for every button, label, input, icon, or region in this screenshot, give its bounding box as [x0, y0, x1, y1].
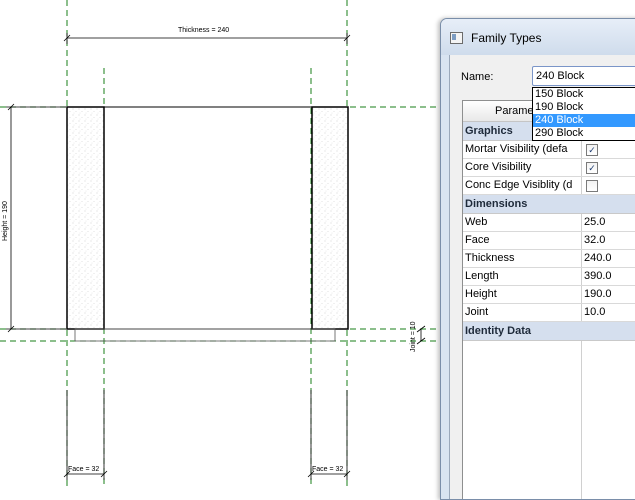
joint-dim-label[interactable]: Joint = 10 — [410, 321, 417, 352]
parameter-value[interactable]: 240.0 — [581, 250, 635, 267]
parameter-name: Thickness — [465, 252, 515, 264]
parameter-name: Core Visibility — [465, 161, 532, 173]
face-right-dim-label[interactable]: Face = 32 — [312, 466, 343, 473]
parameter-value[interactable]: 25.0 — [581, 214, 635, 231]
height-dim-label[interactable]: Height = 190 — [2, 201, 9, 241]
parameter-rows: Graphics Mortar Visibility (defa ✓ Core Vis… — [463, 122, 635, 341]
parameter-row[interactable]: Conc Edge Visiblity (d — [463, 177, 635, 195]
type-dropdown-list[interactable]: 150 Block 190 Block 240 Block 290 Block — [532, 87, 635, 141]
type-option[interactable]: 190 Block — [533, 101, 635, 114]
parameter-name: Mortar Visibility (defa — [465, 143, 568, 155]
parameter-value[interactable]: 32.0 — [581, 232, 635, 249]
parameter-name: Joint — [465, 306, 489, 318]
block-left-face — [66, 106, 105, 330]
parameter-checkbox[interactable]: ✓ — [586, 144, 598, 156]
parameter-row[interactable]: Web 25.0 — [463, 214, 635, 232]
parameter-checkbox[interactable] — [586, 180, 598, 192]
parameter-row[interactable]: Core Visibility ✓ — [463, 159, 635, 177]
parameter-row[interactable]: Thickness 240.0 — [463, 250, 635, 268]
type-option[interactable]: 240 Block — [533, 114, 635, 127]
face-left-dim-label[interactable]: Face = 32 — [68, 466, 99, 473]
parameter-name: Height — [465, 288, 497, 300]
parameter-value[interactable]: 390.0 — [581, 268, 635, 285]
parameter-row[interactable]: Length 390.0 — [463, 268, 635, 286]
parameter-name: Conc Edge Visiblity (d — [465, 179, 573, 191]
parameter-value[interactable]: 190.0 — [581, 286, 635, 303]
group-header[interactable]: Dimensions — [463, 195, 635, 214]
parameter-row[interactable]: Face 32.0 — [463, 232, 635, 250]
parameter-row[interactable]: Joint 10.0 — [463, 304, 635, 322]
joint-strip — [74, 328, 336, 342]
thickness-dim-label[interactable]: Thickness = 240 — [178, 27, 229, 34]
name-label: Name: — [461, 71, 494, 83]
type-option[interactable]: 290 Block — [533, 127, 635, 140]
block-right-face — [311, 106, 349, 330]
parameter-name: Length — [465, 270, 499, 282]
parameter-row[interactable]: Height 190.0 — [463, 286, 635, 304]
parameter-row[interactable]: Mortar Visibility (defa ✓ — [463, 141, 635, 159]
dialog-body: Name: 240 Block 150 Block 190 Block 240 Bl… — [449, 55, 635, 499]
parameter-name: Face — [465, 234, 490, 246]
window-icon[interactable] — [450, 32, 463, 44]
parameter-name: Web — [465, 216, 488, 228]
type-option[interactable]: 150 Block — [533, 88, 635, 101]
dialog-titlebar[interactable]: Family Types — [441, 19, 635, 55]
parameter-column-header[interactable]: Parame — [495, 105, 534, 117]
parameter-value[interactable]: 10.0 — [581, 304, 635, 321]
family-types-dialog: Family Types Name: 240 Block 150 Block 19… — [440, 18, 635, 500]
parameter-checkbox[interactable]: ✓ — [586, 162, 598, 174]
group-header[interactable]: Identity Data — [463, 322, 635, 341]
parameters-grid: Parame Graphics Mortar Visibility (defa ✓ C… — [462, 100, 635, 499]
dialog-title: Family Types — [471, 31, 542, 45]
type-name-select[interactable]: 240 Block — [532, 66, 635, 86]
